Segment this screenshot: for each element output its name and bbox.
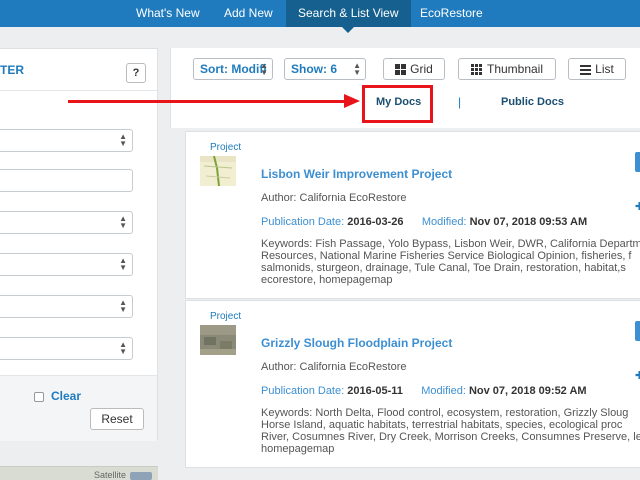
thumbnail-view-button[interactable]: Thumbnail [458,58,556,80]
select-arrows-icon: ▲ ▼ [119,132,127,148]
active-caret-icon [342,27,355,33]
modified-date-value: Nov 07, 2018 09:53 AM [469,216,588,228]
result-action-button[interactable] [635,152,640,172]
select-arrows-icon: ▲ ▼ [353,61,361,77]
top-nav: What's New Add New Search & List View Ec… [0,0,640,33]
result-thumbnail-photo-icon[interactable] [200,325,236,355]
publication-date-label: Publication Date: [261,385,345,397]
map-control[interactable] [130,472,152,480]
grid-icon [395,64,407,76]
select-arrows-icon: ▲ ▼ [119,214,127,230]
help-button[interactable]: ? [126,63,146,83]
filter-title: TER [0,63,24,77]
result-thumbnail-map-icon[interactable] [200,156,236,186]
publication-date-label: Publication Date: [261,216,345,228]
nav-add-new[interactable]: Add New [224,0,273,27]
publication-date-value: 2016-03-26 [347,216,404,228]
modified-date-value: Nov 07, 2018 09:52 AM [468,385,587,397]
filter-panel: TER ? ▲ ▼ ▲ ▼ ▲ ▼ ▲ ▼ ▲ ▼ Clear Reset [0,48,158,441]
filter-footer: Clear Reset [0,375,157,441]
sort-select-value: Sort: Modifi [200,62,267,76]
sort-select[interactable]: Sort: Modifi ▲ ▼ [193,58,273,80]
reset-button[interactable]: Reset [90,408,144,430]
filter-select-3[interactable]: ▲ ▼ [0,253,133,276]
filter-select-1[interactable]: ▲ ▼ [0,129,133,152]
modified-date-label: Modified: [421,216,467,228]
select-arrows-icon: ▲ ▼ [260,61,268,77]
filter-header: TER ? [0,49,157,91]
annotation-arrow-head-icon [344,94,360,108]
pin-icon[interactable]: ✚ [635,369,640,382]
show-select-value: Show: 6 [291,62,338,76]
select-arrows-icon: ▲ ▼ [119,340,127,356]
result-card: Project Lisbon Weir Improvement Project … [185,131,640,299]
tab-separator: | [458,95,462,109]
result-action-button[interactable] [635,321,640,341]
list-view-button[interactable]: List [568,58,626,80]
result-author: Author: California EcoRestore [261,361,407,373]
nav-ecorestore[interactable]: EcoRestore [420,0,483,27]
grid-view-button[interactable]: Grid [383,58,445,80]
list-icon [580,64,592,75]
result-keywords: Keywords: North Delta, Flood control, ec… [261,407,640,455]
result-type: Project [210,311,242,322]
result-keywords: Keywords: Fish Passage, Yolo Bypass, Lis… [261,238,640,286]
filter-select-4[interactable]: ▲ ▼ [0,295,133,318]
clear-checkbox[interactable] [34,392,44,402]
annotation-highlight-box [362,85,433,123]
select-arrows-icon: ▲ ▼ [119,256,127,272]
result-title-link[interactable]: Grizzly Slough Floodplain Project [261,336,452,350]
pin-icon[interactable]: ✚ [635,200,640,213]
result-dates: Publication Date: 2016-03-26 Modified: N… [261,216,587,228]
filter-select-2[interactable]: ▲ ▼ [0,211,133,234]
list-view-label: List [595,62,614,76]
result-card: Project Grizzly Slough Floodplain Projec… [185,300,640,468]
nav-search-list-view-label: Search & List View [298,6,399,20]
modified-date-label: Modified: [421,385,466,397]
result-type: Project [210,142,242,153]
nav-whats-new[interactable]: What's New [136,0,200,27]
map-type-label[interactable]: Satellite [94,470,126,480]
clear-link[interactable]: Clear [51,389,81,403]
grid-view-label: Grid [410,62,433,76]
nav-search-list-view[interactable]: Search & List View [286,0,411,33]
publication-date-value: 2016-05-11 [347,385,403,397]
result-author: Author: California EcoRestore [261,192,407,204]
thumbnail-icon [470,64,483,76]
filter-select-5[interactable]: ▲ ▼ [0,337,133,360]
tab-public-docs[interactable]: Public Docs [501,96,564,108]
select-arrows-icon: ▲ ▼ [119,298,127,314]
annotation-arrow-line [68,100,346,103]
filter-text-input[interactable] [0,169,133,192]
result-dates: Publication Date: 2016-05-11 Modified: N… [261,385,587,397]
thumbnail-view-label: Thumbnail [486,62,544,76]
result-title-link[interactable]: Lisbon Weir Improvement Project [261,167,452,181]
show-select[interactable]: Show: 6 ▲ ▼ [284,58,366,80]
